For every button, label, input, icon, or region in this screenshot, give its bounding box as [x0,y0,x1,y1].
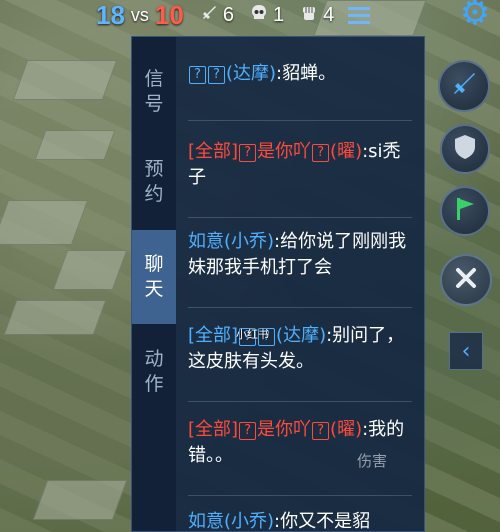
message-sender: ?? (达摩) [188,63,276,84]
attack-signal-button[interactable] [438,60,490,112]
tab-label: 信 [144,68,164,90]
gather-signal-button[interactable] [440,186,490,236]
tab-label: 天 [144,278,164,300]
message-sender: [全部]? 是你吖? (曜) [188,419,362,440]
vs-label: vs [130,4,149,25]
chat-message: [全部]? 是你吖? (曜):si秃子 [188,139,416,191]
message-sender: [全部]? 是你吖? (曜) [188,141,362,162]
stone-tile [34,130,116,160]
deaths-stat: 1 [250,4,284,27]
stone-tile [12,60,118,100]
gear-icon[interactable]: ⚙ [458,0,492,30]
unknown-glyph-icon: ? [312,422,330,440]
chevron-left-icon: ‹ [461,338,471,364]
close-icon [454,266,478,294]
kills-count: 6 [222,3,234,26]
tab-chat[interactable]: 聊 天 [132,230,176,324]
unknown-glyph-icon: ? [239,144,257,162]
unknown-glyph-icon: ? [208,66,225,84]
stone-tile [0,200,89,245]
message-text: :你又不是貂 [274,511,371,532]
damage-label: 伤害 [357,452,388,470]
sword-icon [200,4,218,27]
tab-label: 预 [144,158,164,180]
collapse-panel-button[interactable]: ‹ [449,332,483,370]
scoreboard: 18 vs 10 6 1 4 [96,0,371,30]
unknown-glyph-icon: ? [312,144,330,162]
chat-message: 如意(小乔):你又不是貂 [188,509,416,532]
tab-label: 约 [144,183,164,205]
channel-tag: [全部] [188,419,239,440]
message-sender: 如意(小乔) [188,231,275,252]
sender-name: 是你吖 [257,419,312,440]
tab-label: 号 [144,93,164,115]
unknown-glyph-icon: ? [189,66,206,84]
stone-tile [32,480,128,520]
sender-name: (达摩) [276,325,327,346]
retreat-signal-button[interactable] [440,124,490,174]
assists-stat: 4 [300,4,334,27]
message-text: :貂蝉。 [276,63,337,84]
fist-icon [300,4,318,27]
red-team-score: 10 [154,0,184,30]
stone-tile [3,300,107,335]
watermark: 小红书 [236,328,269,341]
sender-hero: (曜) [330,419,363,440]
stone-tile [52,250,128,290]
message-divider [188,307,412,308]
tab-label: 聊 [144,253,164,275]
tab-reservation[interactable]: 预 约 [132,147,176,217]
chat-message: 如意(小乔):给你说了刚刚我妹那我手机打了会 [188,229,416,281]
deaths-count: 1 [272,3,285,26]
sender-name: (达摩) [226,63,277,84]
tab-label: 动 [144,348,164,370]
skull-icon [250,4,268,27]
message-divider [188,495,412,496]
channel-tag: [全部] [188,141,239,162]
message-divider [188,217,412,218]
message-divider [188,401,412,402]
channel-tag: [全部] [188,325,239,346]
tab-label: 作 [144,373,164,395]
tab-signal[interactable]: 信 号 [132,57,176,127]
sender-hero: (曜) [330,141,363,162]
flag-icon [452,195,478,227]
tab-action[interactable]: 动 作 [132,337,176,407]
unknown-glyph-icon: ? [239,422,257,440]
sender-name: 是你吖 [257,141,312,162]
chat-tabs: 信 号 预 约 聊 天 动 作 [132,37,176,531]
chat-message: ?? (达摩):貂蝉。 [188,61,416,87]
assists-count: 4 [323,3,335,26]
list-icon[interactable] [348,6,371,24]
chat-message: [全部]?? (达摩):别问了，这皮肤有头发。 [188,323,416,375]
message-divider [188,120,412,121]
close-chat-button[interactable] [440,254,492,306]
blue-team-score: 18 [96,0,125,30]
message-sender: 如意(小乔) [188,511,275,532]
kills-stat: 6 [200,4,234,27]
shield-icon [452,133,478,165]
sword-icon [450,70,478,102]
